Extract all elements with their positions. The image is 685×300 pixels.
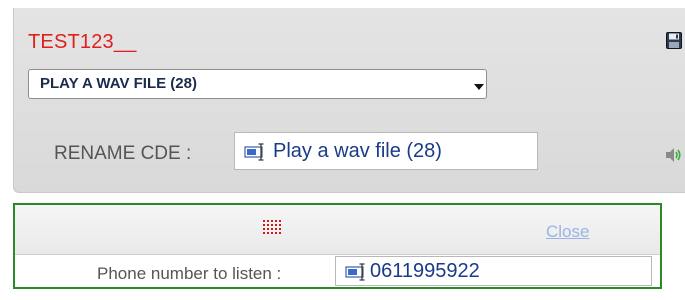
command-select[interactable]: PLAY A WAV FILE (28) (28, 69, 487, 99)
command-panel: TEST123__ PLAY A WAV FILE (28) RENAME CD… (13, 8, 685, 193)
listen-panel-header: Close (15, 205, 660, 255)
grid-dots-icon[interactable] (263, 220, 281, 236)
phone-number-input[interactable]: 0611995922 (335, 256, 652, 286)
phone-number-value: 0611995922 (370, 260, 480, 282)
rename-value: Play a wav file (28) (273, 140, 442, 162)
speaker-icon[interactable] (664, 147, 682, 163)
rename-input[interactable]: Play a wav file (28) (234, 132, 538, 170)
listen-panel: Close Phone number to listen : 061199592… (13, 203, 662, 289)
rename-label: RENAME CDE : (54, 143, 192, 164)
text-cursor-field-icon (244, 143, 264, 161)
page: TEST123__ PLAY A WAV FILE (28) RENAME CD… (0, 0, 685, 300)
text-cursor-field-icon (345, 263, 365, 281)
dropdown-arrow-icon[interactable] (474, 84, 484, 90)
command-select-value: PLAY A WAV FILE (28) (40, 75, 197, 92)
page-title: TEST123__ (28, 31, 137, 53)
close-link[interactable]: Close (546, 222, 589, 242)
floppy-disk-icon[interactable] (666, 32, 682, 49)
phone-number-label: Phone number to listen : (97, 264, 282, 283)
